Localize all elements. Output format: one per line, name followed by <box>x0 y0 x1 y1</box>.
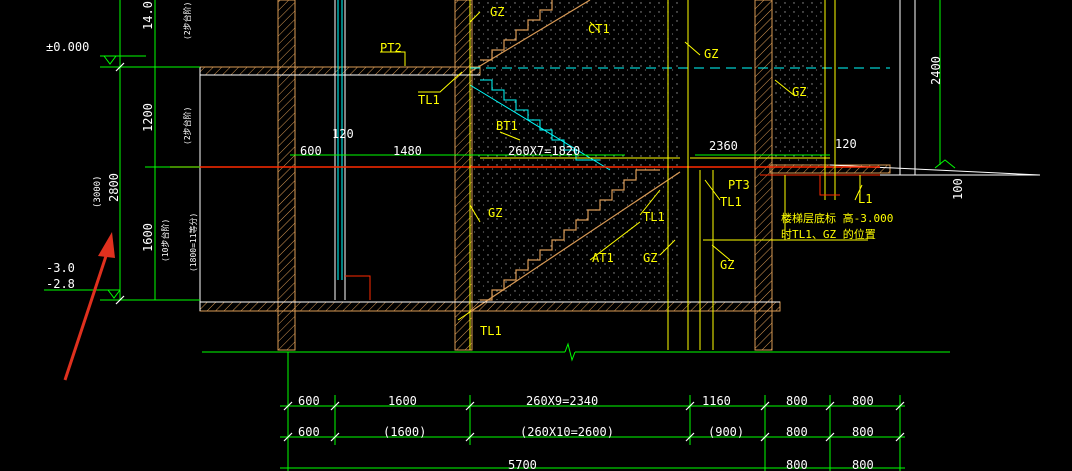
label-2360: 2360 <box>709 139 738 153</box>
label-l1: L1 <box>858 192 872 206</box>
dim-row2-cell: (900) <box>708 425 744 439</box>
dim-row1-cell: 800 <box>852 394 874 408</box>
dim-row2-cell: 800 <box>786 425 808 439</box>
label-tl1-b: TL1 <box>720 195 742 209</box>
label-note-red2: 时TL1、GZ 的位置 <box>781 227 876 241</box>
dim-row3-cell: 5700 <box>508 458 537 471</box>
dim-row2-cell: 600 <box>298 425 320 439</box>
label-260x7: 260X7=1820 <box>508 144 580 158</box>
dim-row2-cell: (260X10=2600) <box>520 425 614 439</box>
label-tl1-a: TL1 <box>418 93 440 107</box>
label-at1: AT1 <box>592 251 614 265</box>
label-pt3: PT3 <box>728 178 750 192</box>
label-120b: 120 <box>835 137 857 151</box>
label-600: 600 <box>300 144 322 158</box>
label-gz-top: GZ <box>490 5 504 19</box>
label-ct1: CT1 <box>588 22 610 36</box>
dim-row1-cell: 260X9=2340 <box>526 394 598 408</box>
label-2400: 2400 <box>929 56 943 85</box>
label-dim-14: 14.0 <box>141 1 155 30</box>
dim-row1-cell: 800 <box>786 394 808 408</box>
label-elev-m3: -3.0 <box>46 261 75 275</box>
dim-row2-cell: 800 <box>852 425 874 439</box>
cad-drawing-canvas[interactable]: ±0.000 -3.0 -2.8 14.0 1200 2800 (3000) 1… <box>0 0 1072 471</box>
label-100: 100 <box>951 178 965 200</box>
label-120a: 120 <box>332 127 354 141</box>
label-gz-b2: GZ <box>720 258 734 272</box>
label-gz-mid: GZ <box>704 47 718 61</box>
label-gz-b1: GZ <box>643 251 657 265</box>
dim-row2-cell: (1600) <box>383 425 426 439</box>
label-1480: 1480 <box>393 144 422 158</box>
red-arrow-annotation <box>63 232 115 381</box>
label-dim-2800: 2800 <box>107 173 121 202</box>
elevation-marker-right <box>934 159 956 169</box>
label-tl1-c: TL1 <box>643 210 665 224</box>
label-pt2: PT2 <box>380 41 402 55</box>
label-elev-zero: ±0.000 <box>46 40 89 54</box>
elevation-marker-top <box>100 55 146 65</box>
label-gz-right: GZ <box>792 85 806 99</box>
label-note-low2: (1800=11等分) <box>188 213 198 272</box>
dim-row3-cell: 800 <box>852 458 874 471</box>
label-dim-1200: 1200 <box>141 103 155 132</box>
label-dim-3000: (3000) <box>93 175 103 208</box>
dim-row1-cell: 600 <box>298 394 320 408</box>
label-note-low: (10步台阶) <box>160 219 170 262</box>
label-note-top: (2步台阶) <box>182 2 192 40</box>
label-note-mid: (2步台阶) <box>182 107 192 145</box>
label-tl1-d: TL1 <box>480 324 502 338</box>
label-bt1: BT1 <box>496 119 518 133</box>
dim-row1-cell: 1160 <box>702 394 731 408</box>
dim-row3-cell: 800 <box>786 458 808 471</box>
label-dim-1600: 1600 <box>141 223 155 252</box>
label-gz-left: GZ <box>488 206 502 220</box>
label-elev-m28: -2.8 <box>46 277 75 291</box>
dim-row1-cell: 1600 <box>388 394 417 408</box>
label-note-red1: 楼梯层底标 高-3.000 <box>781 211 893 225</box>
elevation-marker-bottom <box>44 289 121 299</box>
